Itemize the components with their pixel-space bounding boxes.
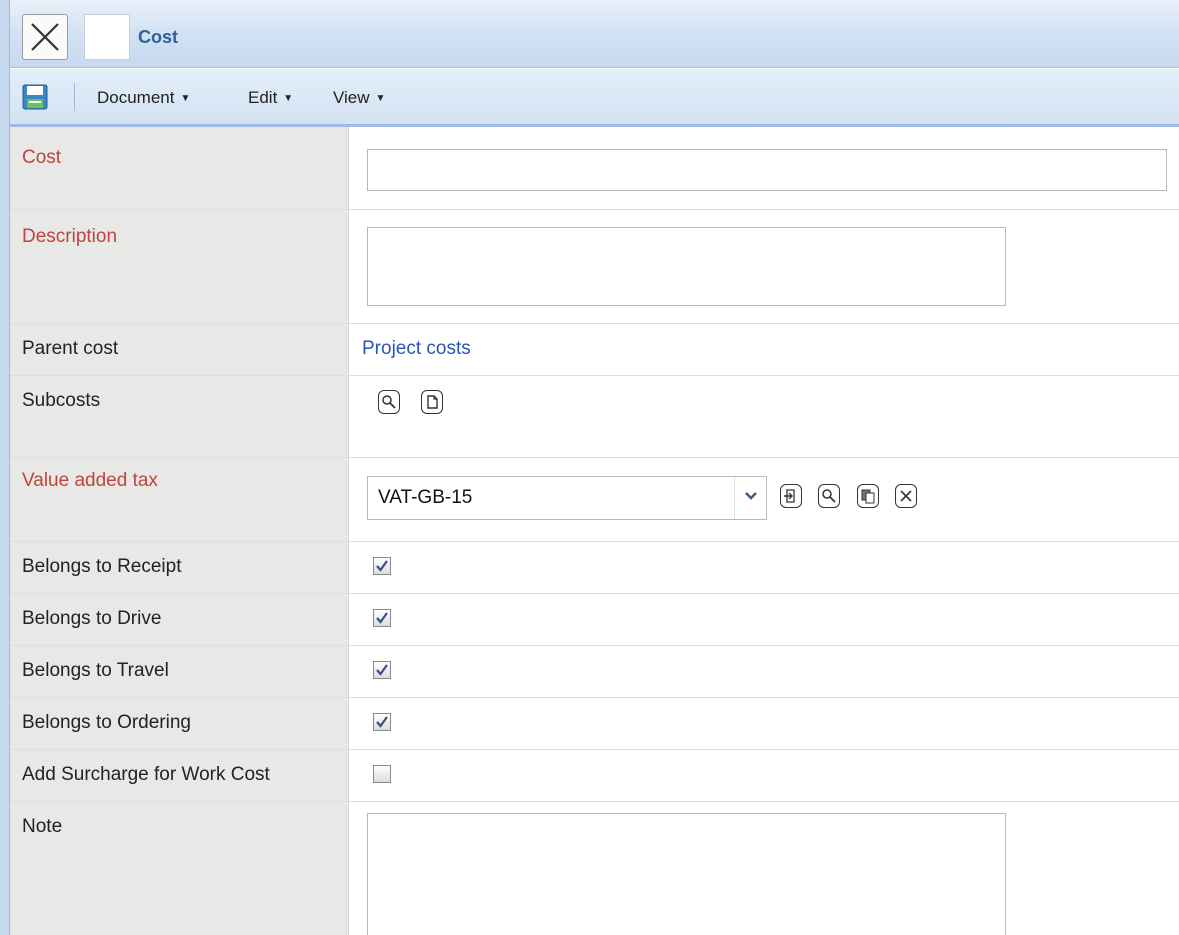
add-surcharge-checkbox[interactable]	[373, 765, 391, 783]
vat-open-button[interactable]	[780, 484, 802, 508]
belongs-drive-label: Belongs to Drive	[22, 608, 162, 629]
row-belongs-receipt: Belongs to Receipt	[10, 542, 1179, 594]
belongs-travel-checkbox[interactable]	[373, 661, 391, 679]
vat-label: Value added tax	[22, 470, 158, 491]
description-label: Description	[22, 226, 118, 247]
parent-cost-label: Parent cost	[22, 338, 119, 359]
cost-label: Cost	[22, 147, 62, 168]
parent-cost-link[interactable]: Project costs	[362, 338, 471, 360]
subcosts-search-button[interactable]	[378, 390, 400, 414]
menu-document[interactable]: Document ▼	[97, 88, 190, 108]
toolbar-separator	[74, 83, 75, 111]
row-vat: Value added tax VAT-GB-15	[10, 458, 1179, 542]
row-belongs-travel: Belongs to Travel	[10, 646, 1179, 698]
menu-edit-label: Edit	[248, 88, 278, 107]
row-subcosts: Subcosts	[10, 376, 1179, 458]
row-belongs-drive: Belongs to Drive	[10, 594, 1179, 646]
cost-input[interactable]	[367, 149, 1167, 191]
note-label: Note	[22, 816, 63, 837]
menu-view[interactable]: View ▼	[333, 88, 385, 108]
toolbar: Document ▼ Edit ▼ View ▼	[10, 69, 1179, 127]
vat-clear-button[interactable]	[895, 484, 917, 508]
vat-selected-value: VAT-GB-15	[378, 487, 473, 508]
belongs-drive-checkbox[interactable]	[373, 609, 391, 627]
belongs-receipt-label: Belongs to Receipt	[22, 556, 182, 577]
chevron-down-icon: ▼	[283, 93, 294, 104]
note-textarea[interactable]	[367, 813, 1006, 935]
row-description: Description	[10, 210, 1179, 324]
window-title: Cost	[138, 27, 178, 47]
belongs-receipt-checkbox[interactable]	[373, 557, 391, 575]
row-parent-cost: Parent cost Project costs	[10, 324, 1179, 376]
document-icon-placeholder	[84, 14, 130, 60]
subcosts-label: Subcosts	[22, 390, 101, 411]
window-left-border	[0, 0, 10, 935]
cost-form: Cost Description Parent cost Project cos…	[10, 127, 1179, 935]
vat-copy-button[interactable]	[857, 484, 879, 508]
description-textarea[interactable]	[367, 227, 1006, 306]
row-add-surcharge: Add Surcharge for Work Cost	[10, 750, 1179, 802]
chevron-down-icon: ▼	[375, 93, 386, 104]
row-cost: Cost	[10, 127, 1179, 210]
close-button[interactable]	[22, 14, 68, 60]
belongs-ordering-checkbox[interactable]	[373, 713, 391, 731]
vat-select[interactable]: VAT-GB-15	[367, 476, 767, 520]
add-surcharge-label: Add Surcharge for Work Cost	[22, 764, 270, 785]
menu-document-label: Document	[97, 88, 175, 107]
save-icon[interactable]	[22, 84, 48, 110]
title-bar: Cost	[10, 0, 1179, 68]
chevron-down-icon: ▼	[180, 93, 191, 104]
row-belongs-ordering: Belongs to Ordering	[10, 698, 1179, 750]
dropdown-arrow-icon[interactable]	[734, 477, 766, 519]
row-note: Note	[10, 802, 1179, 935]
belongs-ordering-label: Belongs to Ordering	[22, 712, 191, 733]
belongs-travel-label: Belongs to Travel	[22, 660, 169, 681]
menu-view-label: View	[333, 88, 370, 107]
vat-search-button[interactable]	[818, 484, 840, 508]
subcosts-new-button[interactable]	[421, 390, 443, 414]
menu-edit[interactable]: Edit ▼	[248, 88, 293, 108]
